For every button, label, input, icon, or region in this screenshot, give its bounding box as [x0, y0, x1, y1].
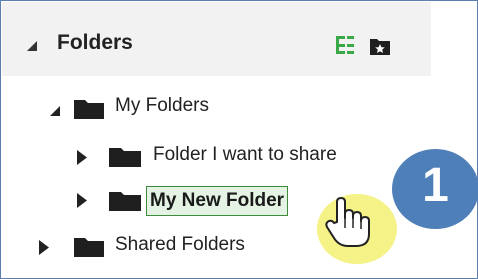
- tree-node-label: Folder I want to share: [153, 144, 337, 165]
- tree-view-icon[interactable]: [334, 34, 356, 56]
- panel-header: Folders: [2, 2, 431, 76]
- tree-node-my-new-folder[interactable]: [1, 186, 141, 214]
- step-number: 1: [422, 159, 449, 212]
- tree-node-shared-folders[interactable]: Shared Folders: [1, 234, 321, 262]
- tree-node-folder-i-want-to-share[interactable]: Folder I want to share: [1, 144, 401, 172]
- triangle-collapsed-icon[interactable]: [39, 240, 49, 255]
- triangle-collapsed-icon[interactable]: [77, 150, 87, 165]
- tree-node-label: Shared Folders: [115, 234, 245, 255]
- favorite-folder-icon[interactable]: [369, 36, 391, 56]
- hand-pointer-icon: [325, 197, 370, 247]
- tree-node-label: My Folders: [115, 95, 209, 116]
- tree-node-my-folders[interactable]: My Folders: [1, 95, 301, 123]
- triangle-collapsed-icon[interactable]: [77, 193, 87, 208]
- collapse-panel-icon[interactable]: [26, 40, 38, 52]
- panel-title: Folders: [57, 31, 133, 54]
- selected-folder-label[interactable]: My New Folder: [146, 186, 289, 216]
- folders-panel: Folders My Folders Folder I want to shar…: [0, 0, 478, 279]
- folder-icon: [74, 238, 104, 257]
- folder-icon: [109, 148, 141, 167]
- step-number-badge: 1: [392, 149, 478, 229]
- triangle-expanded-icon[interactable]: [50, 106, 61, 117]
- folder-icon: [74, 100, 104, 119]
- folder-icon: [109, 192, 141, 211]
